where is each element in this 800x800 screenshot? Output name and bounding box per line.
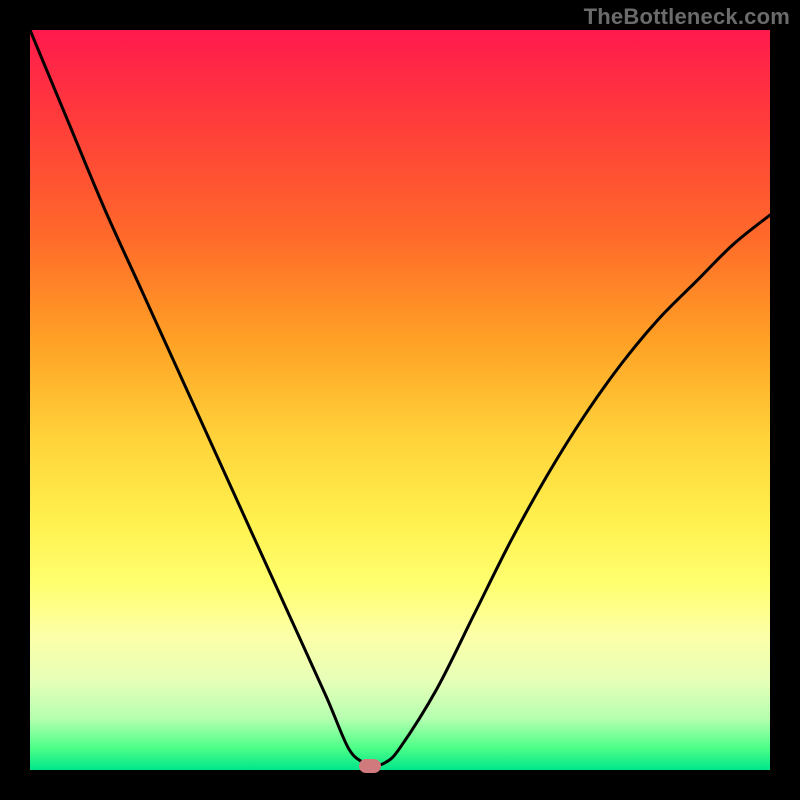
plot-area: [30, 30, 770, 770]
watermark-text: TheBottleneck.com: [584, 4, 790, 30]
bottleneck-curve: [30, 30, 770, 770]
optimal-point-marker: [359, 759, 381, 773]
chart-container: TheBottleneck.com: [0, 0, 800, 800]
